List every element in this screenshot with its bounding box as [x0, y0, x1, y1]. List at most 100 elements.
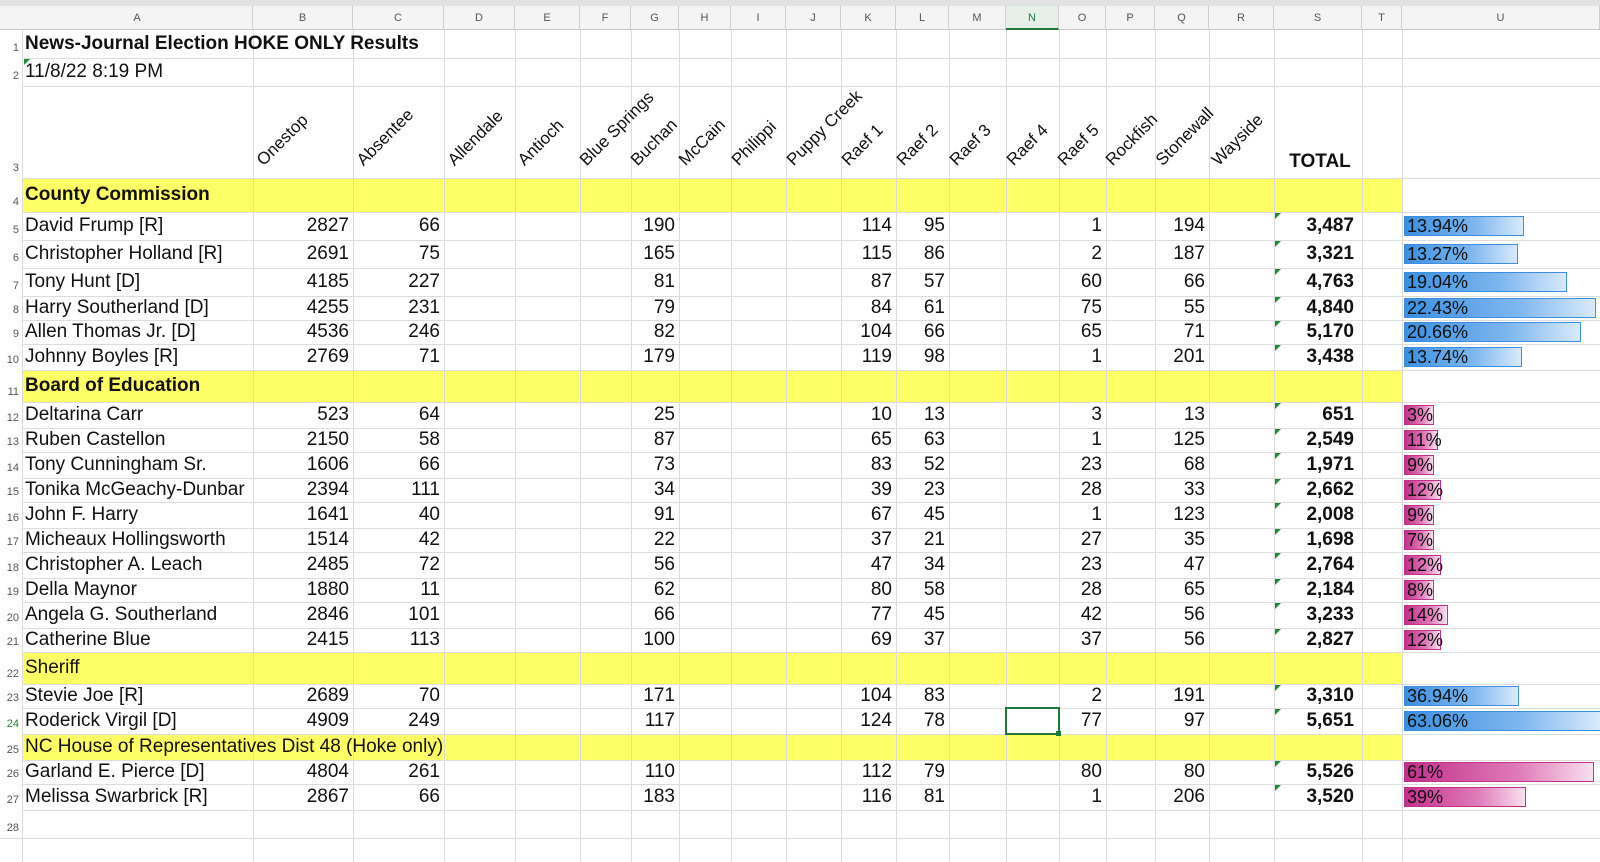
- vote-count-raef5[interactable]: 60: [1059, 268, 1106, 296]
- column-header-o[interactable]: O: [1059, 6, 1106, 30]
- column-header-g[interactable]: G: [631, 6, 679, 30]
- row-header[interactable]: 9: [0, 320, 22, 344]
- vote-count-stonewall[interactable]: 191: [1155, 684, 1209, 708]
- vote-count-buchan[interactable]: 100: [631, 628, 679, 652]
- vote-count-absentee[interactable]: 101: [353, 602, 444, 628]
- section-title[interactable]: County Commission: [22, 178, 722, 212]
- column-header-a[interactable]: A: [22, 6, 253, 30]
- row-header[interactable]: 25: [0, 734, 22, 760]
- fill-handle[interactable]: [1056, 731, 1061, 736]
- vote-count-raef2[interactable]: 58: [896, 578, 949, 602]
- vote-count-absentee[interactable]: 64: [353, 402, 444, 428]
- vote-count-raef2[interactable]: 81: [896, 784, 949, 810]
- vote-count-raef1[interactable]: 104: [841, 320, 896, 344]
- vote-count-raef2[interactable]: 66: [896, 320, 949, 344]
- vote-count-buchan[interactable]: 22: [631, 528, 679, 552]
- vote-count-onestop[interactable]: 1641: [253, 502, 353, 528]
- percentage-data-bar[interactable]: 12%: [1404, 480, 1443, 500]
- precinct-header[interactable]: Absentee: [353, 105, 418, 170]
- total-votes[interactable]: 3,321: [1274, 240, 1360, 268]
- vote-count-absentee[interactable]: 66: [353, 452, 444, 478]
- percentage-data-bar[interactable]: 63.06%: [1404, 711, 1600, 731]
- vote-count-onestop[interactable]: 2689: [253, 684, 353, 708]
- column-header-j[interactable]: J: [786, 6, 841, 30]
- candidate-name[interactable]: Micheaux Hollingsworth: [22, 528, 253, 552]
- vote-count-stonewall[interactable]: 56: [1155, 628, 1209, 652]
- vote-count-raef2[interactable]: 34: [896, 552, 949, 578]
- row-header[interactable]: 22: [0, 652, 22, 684]
- percentage-data-bar[interactable]: 13.74%: [1404, 347, 1522, 367]
- vote-count-absentee[interactable]: 113: [353, 628, 444, 652]
- row-header[interactable]: 12: [0, 402, 22, 428]
- vote-count-absentee[interactable]: 111: [353, 478, 444, 502]
- percentage-data-bar[interactable]: 61%: [1404, 762, 1595, 782]
- vote-count-raef2[interactable]: 98: [896, 344, 949, 370]
- column-header-b[interactable]: B: [253, 6, 353, 30]
- vote-count-raef1[interactable]: 84: [841, 296, 896, 320]
- vote-count-raef1[interactable]: 65: [841, 428, 896, 452]
- row-header[interactable]: 5: [0, 212, 22, 240]
- candidate-name[interactable]: Stevie Joe [R]: [22, 684, 253, 708]
- vote-count-raef5[interactable]: 77: [1059, 708, 1106, 734]
- total-votes[interactable]: 2,764: [1274, 552, 1360, 578]
- vote-count-stonewall[interactable]: 65: [1155, 578, 1209, 602]
- vote-count-buchan[interactable]: 25: [631, 402, 679, 428]
- total-votes[interactable]: 3,310: [1274, 684, 1360, 708]
- vote-count-buchan[interactable]: 82: [631, 320, 679, 344]
- spreadsheet-grid[interactable]: A B C D E F G H I J K L M N O P Q R S T U 1 2 3 4 5 6 7 8 9 10 11 12 13 14…: [0, 0, 1600, 862]
- vote-count-raef5[interactable]: 28: [1059, 478, 1106, 502]
- column-header-k[interactable]: K: [841, 6, 896, 30]
- section-title[interactable]: Sheriff: [22, 652, 722, 684]
- vote-count-raef1[interactable]: 87: [841, 268, 896, 296]
- vote-count-raef2[interactable]: 57: [896, 268, 949, 296]
- vote-count-buchan[interactable]: 79: [631, 296, 679, 320]
- row-header[interactable]: 23: [0, 684, 22, 708]
- vote-count-absentee[interactable]: 75: [353, 240, 444, 268]
- vote-count-stonewall[interactable]: 47: [1155, 552, 1209, 578]
- vote-count-onestop[interactable]: 2415: [253, 628, 353, 652]
- percentage-data-bar[interactable]: 11%: [1404, 430, 1442, 450]
- vote-count-raef2[interactable]: 52: [896, 452, 949, 478]
- candidate-name[interactable]: Tony Hunt [D]: [22, 268, 253, 296]
- vote-count-stonewall[interactable]: 187: [1155, 240, 1209, 268]
- vote-count-raef5[interactable]: 2: [1059, 240, 1106, 268]
- total-votes[interactable]: 4,840: [1274, 296, 1360, 320]
- total-header[interactable]: TOTAL: [1274, 146, 1372, 178]
- vote-count-stonewall[interactable]: 201: [1155, 344, 1209, 370]
- column-header-l[interactable]: L: [896, 6, 949, 30]
- vote-count-raef5[interactable]: 80: [1059, 760, 1106, 784]
- vote-count-raef5[interactable]: 42: [1059, 602, 1106, 628]
- column-header-c[interactable]: C: [353, 6, 444, 30]
- candidate-name[interactable]: Ruben Castellon: [22, 428, 253, 452]
- vote-count-raef1[interactable]: 114: [841, 212, 896, 240]
- vote-count-stonewall[interactable]: 55: [1155, 296, 1209, 320]
- column-header-h[interactable]: H: [679, 6, 731, 30]
- precinct-header[interactable]: Raef 4: [1002, 120, 1052, 170]
- vote-count-stonewall[interactable]: 33: [1155, 478, 1209, 502]
- vote-count-buchan[interactable]: 183: [631, 784, 679, 810]
- vote-count-stonewall[interactable]: 13: [1155, 402, 1209, 428]
- vote-count-raef1[interactable]: 37: [841, 528, 896, 552]
- vote-count-raef2[interactable]: 45: [896, 502, 949, 528]
- vote-count-raef1[interactable]: 67: [841, 502, 896, 528]
- vote-count-stonewall[interactable]: 66: [1155, 268, 1209, 296]
- vote-count-buchan[interactable]: 62: [631, 578, 679, 602]
- row-header[interactable]: 15: [0, 478, 22, 502]
- vote-count-absentee[interactable]: 71: [353, 344, 444, 370]
- candidate-name[interactable]: Christopher A. Leach: [22, 552, 253, 578]
- vote-count-raef5[interactable]: 28: [1059, 578, 1106, 602]
- row-header[interactable]: 16: [0, 502, 22, 528]
- total-votes[interactable]: 5,526: [1274, 760, 1360, 784]
- precinct-header[interactable]: Raef 3: [946, 120, 996, 170]
- precinct-header[interactable]: Raef 2: [892, 120, 942, 170]
- percentage-data-bar[interactable]: 39%: [1404, 787, 1526, 807]
- vote-count-onestop[interactable]: 2150: [253, 428, 353, 452]
- vote-count-onestop[interactable]: 2827: [253, 212, 353, 240]
- precinct-header[interactable]: Allendale: [444, 106, 508, 170]
- vote-count-stonewall[interactable]: 206: [1155, 784, 1209, 810]
- percentage-data-bar[interactable]: 8%: [1404, 580, 1434, 600]
- precinct-header[interactable]: Stonewall: [1152, 104, 1218, 170]
- vote-count-onestop[interactable]: 2691: [253, 240, 353, 268]
- row-header[interactable]: 28: [0, 810, 22, 838]
- vote-count-buchan[interactable]: 179: [631, 344, 679, 370]
